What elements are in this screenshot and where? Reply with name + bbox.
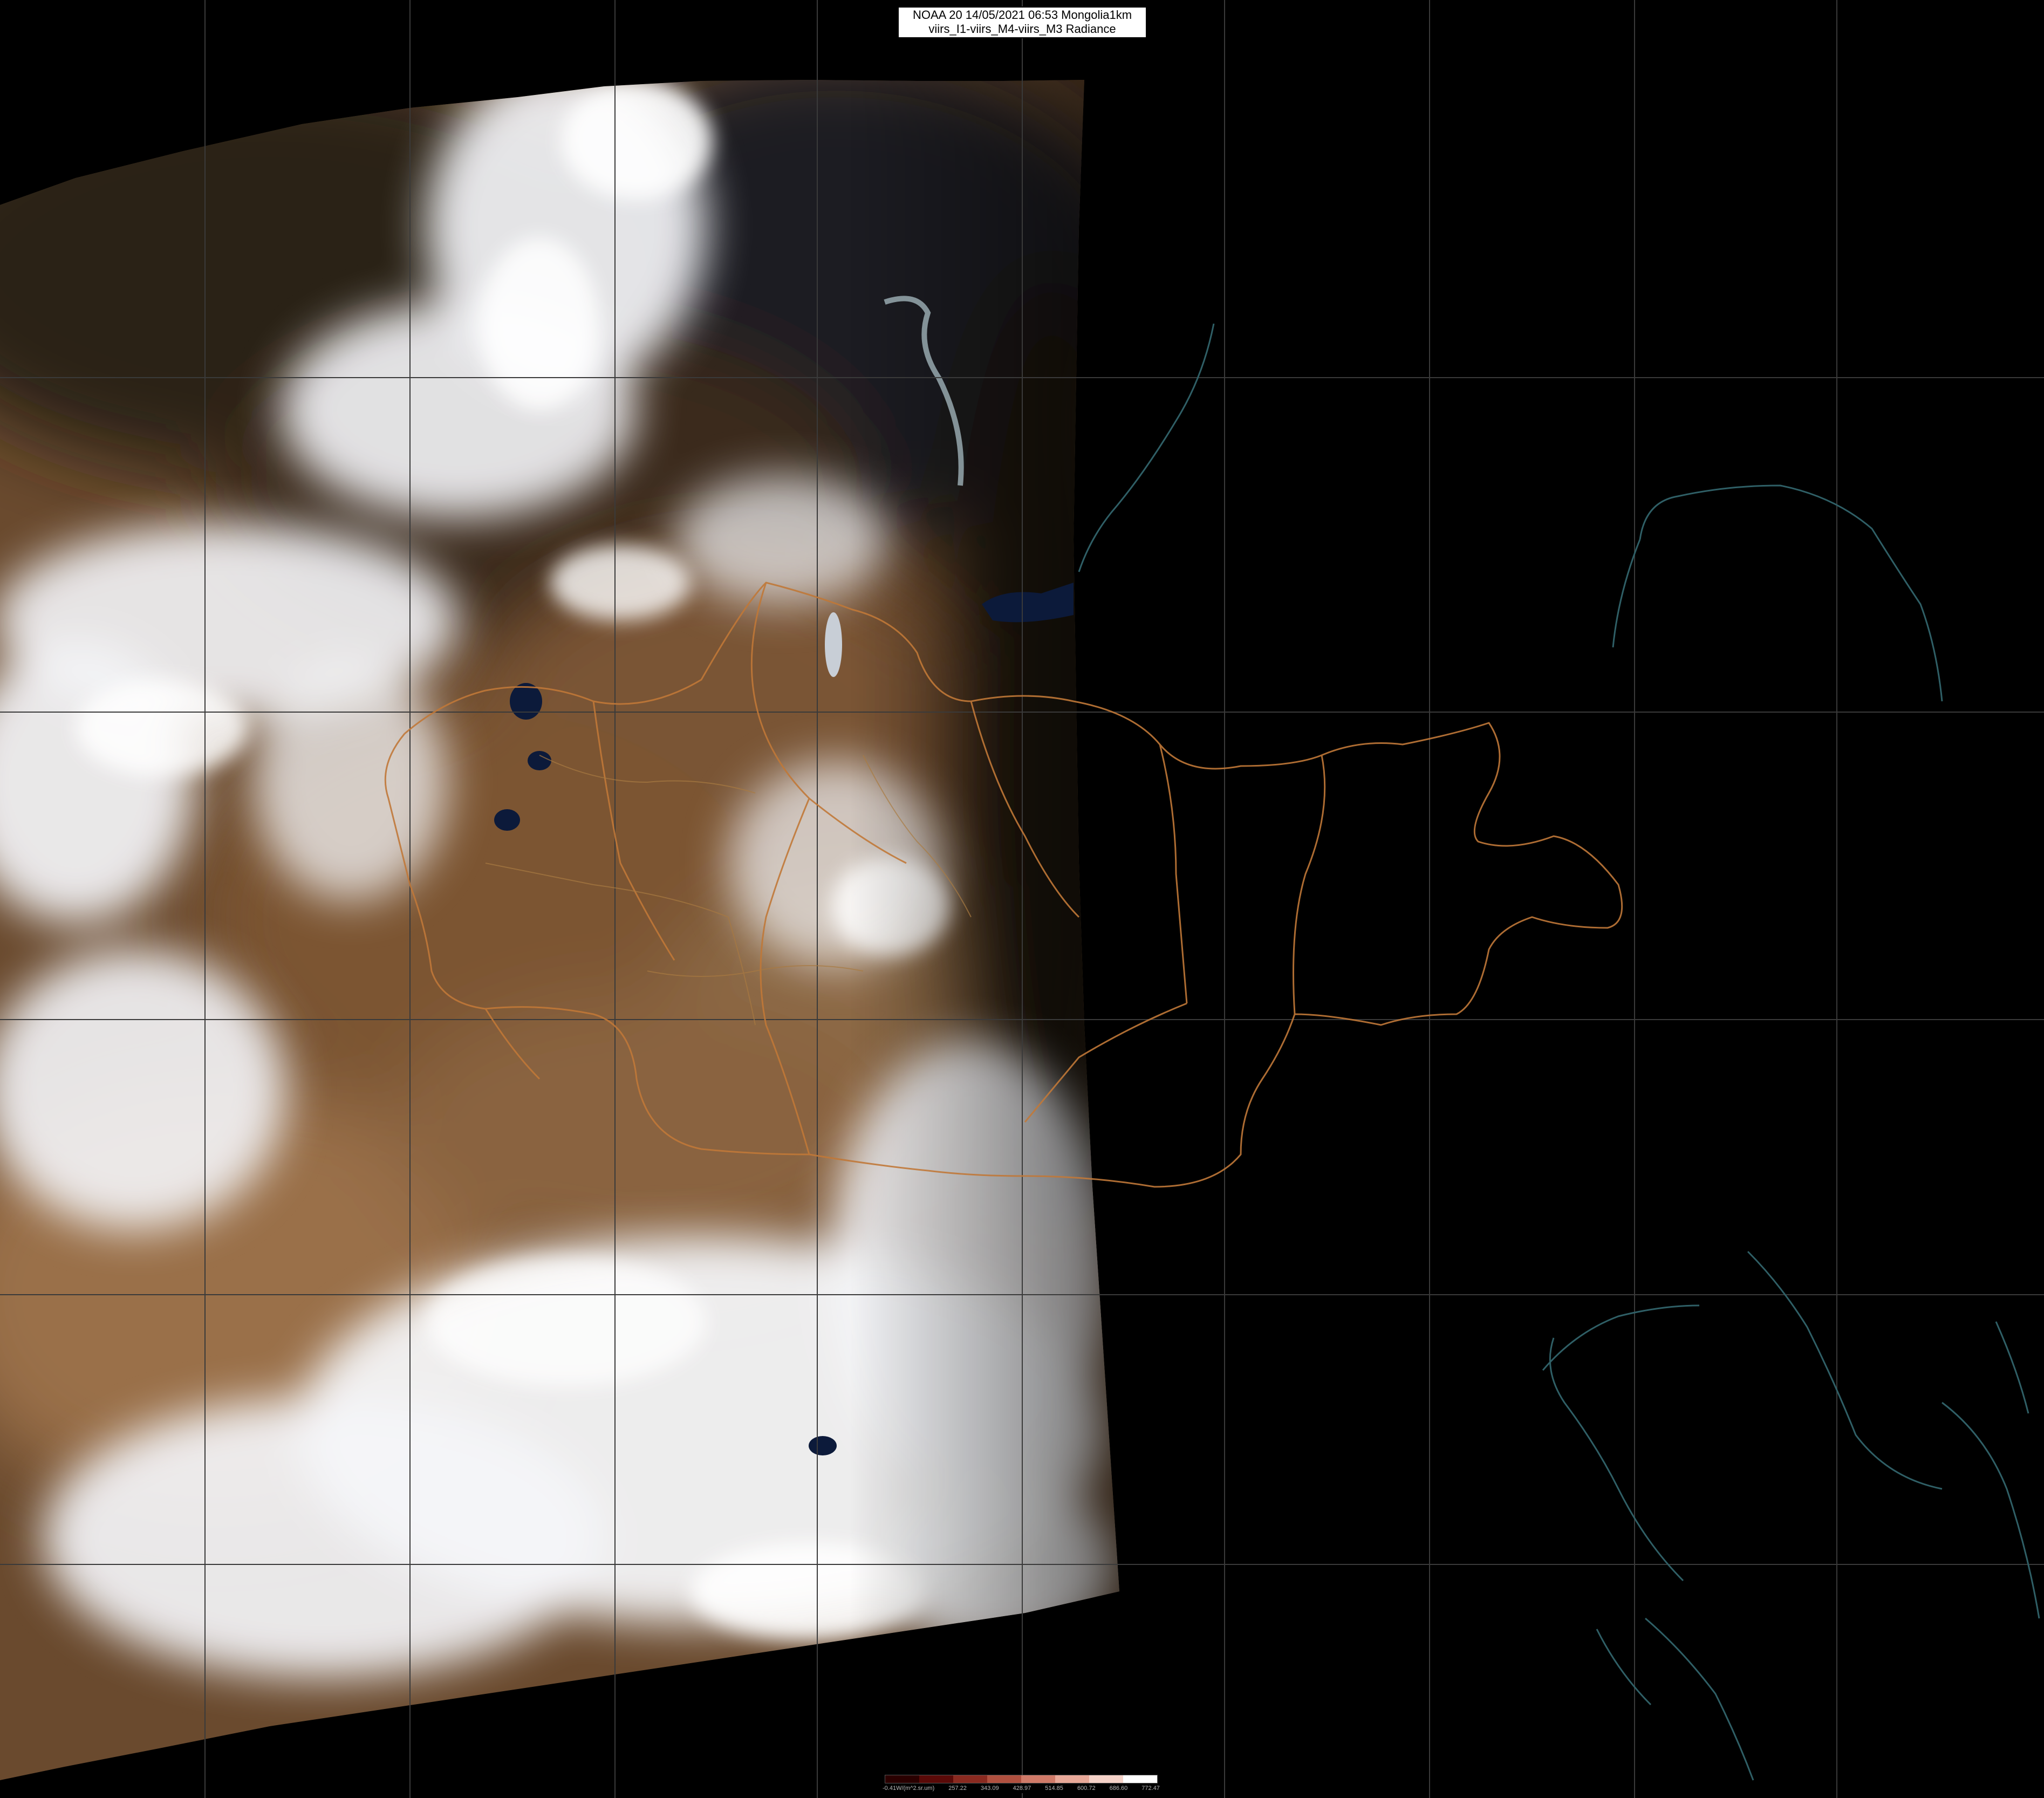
colorbar-segment-2 xyxy=(953,1775,987,1783)
colorbar-label-0: -0.41W/(m^2.sr.um) xyxy=(883,1785,935,1792)
colorbar-segment-3 xyxy=(987,1775,1021,1783)
colorbar: -0.41W/(m^2.sr.um) 257.22 343.09 428.97 … xyxy=(883,1775,1160,1793)
colorbar-labels: -0.41W/(m^2.sr.um) 257.22 343.09 428.97 … xyxy=(883,1785,1160,1793)
title-line-2: viirs_I1-viirs_M4-viirs_M3 Radiance xyxy=(928,22,1116,36)
colorbar-label-3: 428.97 xyxy=(1013,1785,1031,1792)
colorbar-label-2: 343.09 xyxy=(980,1785,999,1792)
colorbar-ramp xyxy=(885,1775,1158,1783)
colorbar-label-1: 257.22 xyxy=(948,1785,967,1792)
imagery-swath xyxy=(0,80,1119,1780)
satellite-image xyxy=(0,0,2044,1798)
colorbar-segment-6 xyxy=(1089,1775,1123,1783)
colorbar-segment-4 xyxy=(1021,1775,1055,1783)
colorbar-segment-7 xyxy=(1123,1775,1157,1783)
colorbar-segment-5 xyxy=(1055,1775,1089,1783)
colorbar-segment-0 xyxy=(885,1775,919,1783)
title-line-1: NOAA 20 14/05/2021 06:53 Mongolia1km xyxy=(912,8,1132,22)
colorbar-label-6: 686.60 xyxy=(1109,1785,1128,1792)
image-title: NOAA 20 14/05/2021 06:53 Mongolia1km vii… xyxy=(898,6,1147,38)
colorbar-segment-1 xyxy=(919,1775,953,1783)
colorbar-label-4: 514.85 xyxy=(1045,1785,1063,1792)
colorbar-label-5: 600.72 xyxy=(1077,1785,1096,1792)
colorbar-label-7: 772.47 xyxy=(1141,1785,1160,1792)
